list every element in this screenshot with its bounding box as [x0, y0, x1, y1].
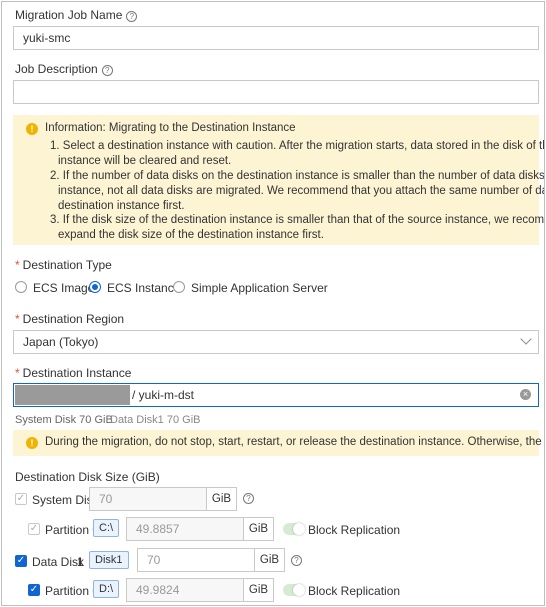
info-line: 2. If the number of data disks on the de… [50, 170, 545, 182]
block-replication-label: Block Replication [308, 523, 401, 537]
data-disk-summary: Data Disk1 70 GiB [110, 414, 201, 426]
info-line: instance will be cleared and reset. [58, 155, 232, 167]
radio-label[interactable]: Simple Application Server [191, 281, 328, 295]
info-title: Information: Migrating to the Destinatio… [45, 122, 296, 134]
system-disk-size-input[interactable]: 70 [89, 487, 207, 511]
help-icon[interactable]: ? [243, 493, 254, 504]
data-disk-size-input[interactable]: 70 [137, 548, 255, 572]
info-line: 3. If the disk size of the destination i… [50, 214, 545, 226]
migration-form: Migration Job Name? yuki-smc Job Descrip… [1, 1, 545, 606]
warning-icon: ! [26, 437, 38, 449]
drive-tag: D:\ [93, 580, 120, 598]
radio-label[interactable]: ECS Instance [107, 281, 180, 295]
help-icon[interactable]: ? [126, 11, 138, 22]
partition-label: Partition 0 [45, 584, 100, 598]
chevron-down-icon [520, 333, 532, 345]
partition-label: Partition 0 [45, 523, 100, 537]
required-mark: * [15, 366, 20, 380]
unit-label: GiB [243, 578, 274, 602]
help-icon[interactable]: ? [101, 65, 113, 76]
info-line: 1. Select a destination instance with ca… [50, 140, 544, 152]
system-partition-size-input[interactable]: 49.8857 [126, 517, 244, 541]
disk-size-label: Destination Disk Size (GiB) [15, 470, 160, 484]
destination-region-label: * Destination Region [15, 312, 125, 326]
radio-label[interactable]: ECS Image [33, 281, 94, 295]
system-disk-summary: System Disk 70 GiB [15, 414, 113, 426]
warning-text: During the migration, do not stop, start… [45, 436, 544, 448]
disk-tag: Disk1 [89, 551, 129, 569]
radio-simple-application-server[interactable] [173, 281, 185, 293]
data-disk-index: 1 [77, 555, 84, 569]
warning-box: ! During the migration, do not stop, sta… [13, 430, 544, 456]
destination-type-label: * Destination Type [15, 258, 112, 272]
destination-region-select[interactable]: Japan (Tokyo) [13, 330, 539, 354]
help-icon[interactable]: ? [291, 555, 302, 566]
job-description-label: Job Description? [15, 62, 113, 76]
unit-label: GiB [243, 517, 274, 541]
destination-instance-input[interactable]: / yuki-m-dst × [13, 383, 539, 407]
drive-tag: C:\ [93, 519, 120, 537]
radio-ecs-instance[interactable] [89, 281, 101, 293]
block-replication-toggle[interactable] [283, 523, 305, 535]
redacted-block [15, 385, 130, 405]
clear-icon[interactable]: × [520, 389, 531, 400]
data-partition-checkbox[interactable]: ✓ [28, 584, 40, 596]
destination-instance-label: * Destination Instance [15, 366, 132, 380]
info-line: expand the disk size of the destination … [58, 229, 324, 241]
unit-label: GiB [206, 487, 237, 511]
required-mark: * [15, 258, 20, 272]
info-box: ! Information: Migrating to the Destinat… [13, 115, 544, 245]
block-replication-toggle[interactable] [283, 584, 305, 596]
unit-label: GiB [254, 548, 285, 572]
radio-ecs-image[interactable] [15, 281, 27, 293]
info-line: destination instance first. [58, 200, 185, 212]
info-line: instance, not all data disks are migrate… [58, 185, 544, 197]
job-name-input[interactable]: yuki-smc [13, 26, 539, 50]
block-replication-label: Block Replication [308, 584, 401, 598]
required-mark: * [15, 312, 20, 326]
data-disk-checkbox[interactable]: ✓ [15, 555, 27, 567]
data-partition-size-input[interactable]: 49.9824 [126, 578, 244, 602]
info-icon: ! [26, 123, 38, 135]
job-description-input[interactable] [13, 80, 539, 104]
job-name-label: Migration Job Name? [15, 8, 138, 22]
system-partition-checkbox[interactable]: ✓ [28, 523, 40, 535]
system-disk-checkbox[interactable]: ✓ [15, 493, 27, 505]
